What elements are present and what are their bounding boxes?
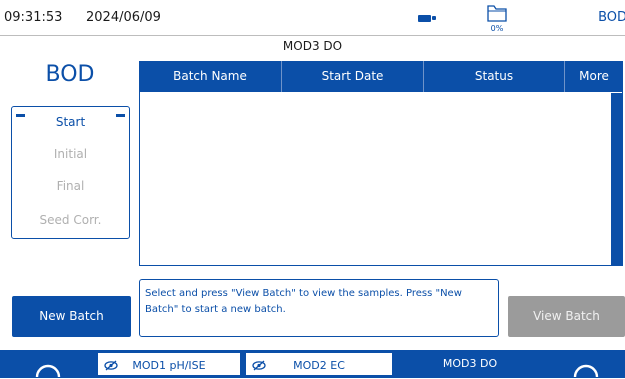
view-batch-button[interactable]: View Batch — [508, 296, 625, 337]
column-batch-name[interactable]: Batch Name — [139, 61, 282, 92]
step-final[interactable]: Final — [12, 179, 129, 193]
clock-time: 09:31:53 — [4, 10, 63, 25]
help-message: Select and press "View Batch" to view th… — [139, 279, 499, 337]
step-list: Start Initial Final Seed Corr. — [11, 106, 130, 239]
step-seed-corr[interactable]: Seed Corr. — [12, 213, 129, 227]
folder-icon — [487, 5, 507, 22]
rotate-right-icon[interactable] — [546, 350, 625, 378]
column-status[interactable]: Status — [424, 61, 565, 92]
batch-table-header: Batch Name Start Date Status More — [139, 61, 623, 92]
app-name: BOD — [598, 10, 625, 25]
rotate-left-icon[interactable] — [0, 350, 95, 378]
hidden-eye-icon — [104, 360, 118, 371]
storage-percent: 0% — [490, 24, 504, 33]
step-start[interactable]: Start — [12, 115, 129, 129]
usb-icon — [418, 15, 431, 22]
column-more[interactable]: More — [565, 61, 623, 92]
tab-mod2[interactable]: MOD2 EC — [244, 351, 394, 377]
module-title: MOD3 DO — [282, 39, 343, 53]
clock-date: 2024/06/09 — [86, 10, 161, 25]
column-start-date[interactable]: Start Date — [282, 61, 424, 92]
table-scrollbar[interactable] — [611, 93, 622, 265]
step-initial[interactable]: Initial — [12, 147, 129, 161]
batch-table-body[interactable] — [139, 92, 623, 266]
module-nav-bar: MOD1 pH/ISE MOD2 EC MOD3 DO — [0, 350, 625, 378]
hidden-eye-icon — [252, 360, 266, 371]
tab-mod1-label: MOD1 pH/ISE — [132, 359, 206, 372]
method-title: BOD — [45, 62, 95, 87]
usb-connector-icon — [432, 16, 436, 20]
tab-mod1[interactable]: MOD1 pH/ISE — [96, 351, 242, 377]
tab-mod2-label: MOD2 EC — [293, 359, 345, 372]
new-batch-button[interactable]: New Batch — [12, 296, 131, 337]
tab-mod3[interactable]: MOD3 DO — [396, 351, 544, 377]
